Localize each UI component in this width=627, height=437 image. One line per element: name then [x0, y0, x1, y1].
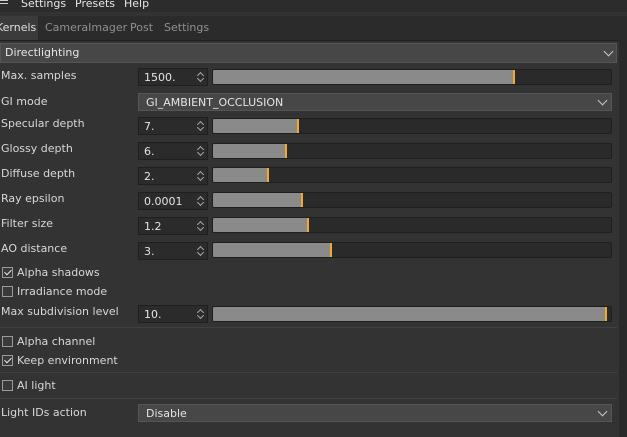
max-subdivision-level-value: 10.: [144, 308, 162, 321]
stepper-icon[interactable]: [196, 145, 205, 157]
light-ids-action-value: Disable: [146, 407, 187, 420]
checkmark-icon: [4, 267, 12, 276]
max-subdivision-level-field[interactable]: 10.: [138, 305, 208, 323]
alpha-shadows-checkbox[interactable]: [2, 267, 13, 278]
checkmark-icon: [4, 355, 12, 364]
irradiance-mode-checkbox[interactable]: [2, 286, 13, 297]
keep-environment-checkbox[interactable]: [2, 355, 13, 366]
slider-fill: [213, 70, 513, 84]
max-samples-value: 1500.: [144, 71, 176, 84]
diffuse-depth-value: 2.: [144, 170, 155, 183]
stepper-icon[interactable]: [196, 195, 205, 207]
ai-light-label: AI light: [17, 379, 56, 392]
max-samples-label: Max. samples: [1, 69, 77, 82]
keep-environment-label: Keep environment: [17, 354, 118, 367]
slider-handle[interactable]: [297, 119, 299, 133]
slider-fill: [213, 193, 301, 207]
divider: [0, 398, 617, 399]
specular-depth-slider[interactable]: [212, 118, 612, 134]
max-samples-field[interactable]: 1500.: [138, 68, 208, 86]
slider-fill: [213, 119, 297, 133]
stepper-icon[interactable]: [196, 245, 205, 257]
stepper-icon[interactable]: [196, 71, 205, 83]
ai-light-checkbox[interactable]: [2, 380, 13, 391]
ray-epsilon-value: 0.0001: [144, 195, 183, 208]
gi-mode-value: GI_AMBIENT_OCCLUSION: [146, 96, 284, 109]
max-samples-slider[interactable]: [212, 69, 612, 85]
slider-fill: [213, 243, 330, 257]
light-ids-action-dropdown[interactable]: Disable: [138, 404, 612, 422]
ao-distance-value: 3.: [144, 245, 155, 258]
tab-settings[interactable]: Settings: [164, 16, 209, 40]
tab-cameraimager[interactable]: CameraImager: [45, 16, 127, 40]
stepper-icon[interactable]: [196, 220, 205, 232]
diffuse-depth-label: Diffuse depth: [1, 167, 76, 180]
tab-kernels[interactable]: Kernels: [0, 16, 38, 40]
slider-fill: [213, 218, 307, 232]
glossy-depth-label: Glossy depth: [1, 142, 73, 155]
ao-distance-slider[interactable]: [212, 242, 612, 258]
specular-depth-label: Specular depth: [1, 117, 85, 130]
irradiance-mode-label: Irradiance mode: [17, 285, 108, 298]
gi-mode-dropdown[interactable]: GI_AMBIENT_OCCLUSION: [138, 93, 612, 111]
filter-size-label: Filter size: [1, 217, 54, 230]
glossy-depth-value: 6.: [144, 145, 155, 158]
slider-handle[interactable]: [301, 193, 303, 207]
stepper-icon[interactable]: [196, 308, 205, 320]
ao-distance-field[interactable]: 3.: [138, 242, 208, 260]
slider-fill: [213, 144, 285, 158]
filter-size-slider[interactable]: [212, 217, 612, 233]
stepper-icon[interactable]: [196, 170, 205, 182]
slider-handle[interactable]: [285, 144, 287, 158]
slider-fill: [213, 307, 605, 321]
slider-handle[interactable]: [267, 168, 269, 182]
slider-handle[interactable]: [513, 70, 515, 84]
hamburger-menu-icon[interactable]: [0, 0, 8, 6]
stepper-icon[interactable]: [196, 120, 205, 132]
menu-presets[interactable]: Presets: [75, 0, 115, 10]
chevron-down-icon: [597, 95, 608, 106]
slider-fill: [213, 168, 267, 182]
divider: [0, 372, 617, 373]
ao-distance-label: AO distance: [1, 242, 68, 255]
max-subdivision-level-slider[interactable]: [212, 306, 612, 322]
alpha-channel-label: Alpha channel: [17, 335, 96, 348]
chevron-down-icon: [597, 406, 608, 417]
filter-size-field[interactable]: 1.2: [138, 217, 208, 235]
slider-handle[interactable]: [307, 218, 309, 232]
menu-settings[interactable]: Settings: [21, 0, 66, 10]
max-subdivision-level-label: Max subdivision level: [1, 305, 119, 318]
glossy-depth-field[interactable]: 6.: [138, 142, 208, 160]
chevron-down-icon: [603, 46, 614, 57]
diffuse-depth-slider[interactable]: [212, 167, 612, 183]
ray-epsilon-label: Ray epsilon: [1, 192, 65, 205]
slider-handle[interactable]: [605, 307, 607, 321]
ray-epsilon-field[interactable]: 0.0001: [138, 192, 208, 210]
kernel-type-dropdown[interactable]: Directlighting: [0, 43, 617, 63]
gi-mode-label: GI mode: [1, 95, 48, 108]
tab-post[interactable]: Post: [130, 16, 153, 40]
divider: [0, 327, 617, 328]
slider-handle[interactable]: [330, 243, 332, 257]
scrollbar[interactable]: [619, 40, 627, 437]
tab-bar: Kernels CameraImager Post Settings: [0, 16, 627, 41]
kernel-type-label: Directlighting: [5, 46, 80, 59]
specular-depth-field[interactable]: 7.: [138, 117, 208, 135]
diffuse-depth-field[interactable]: 2.: [138, 167, 208, 185]
alpha-channel-checkbox[interactable]: [2, 336, 13, 347]
alpha-shadows-label: Alpha shadows: [17, 266, 100, 279]
menu-help[interactable]: Help: [124, 0, 149, 10]
specular-depth-value: 7.: [144, 120, 155, 133]
menu-bar: Settings Presets Help: [0, 0, 627, 12]
ray-epsilon-slider[interactable]: [212, 192, 612, 208]
filter-size-value: 1.2: [144, 220, 162, 233]
glossy-depth-slider[interactable]: [212, 143, 612, 159]
light-ids-action-label: Light IDs action: [1, 406, 87, 419]
